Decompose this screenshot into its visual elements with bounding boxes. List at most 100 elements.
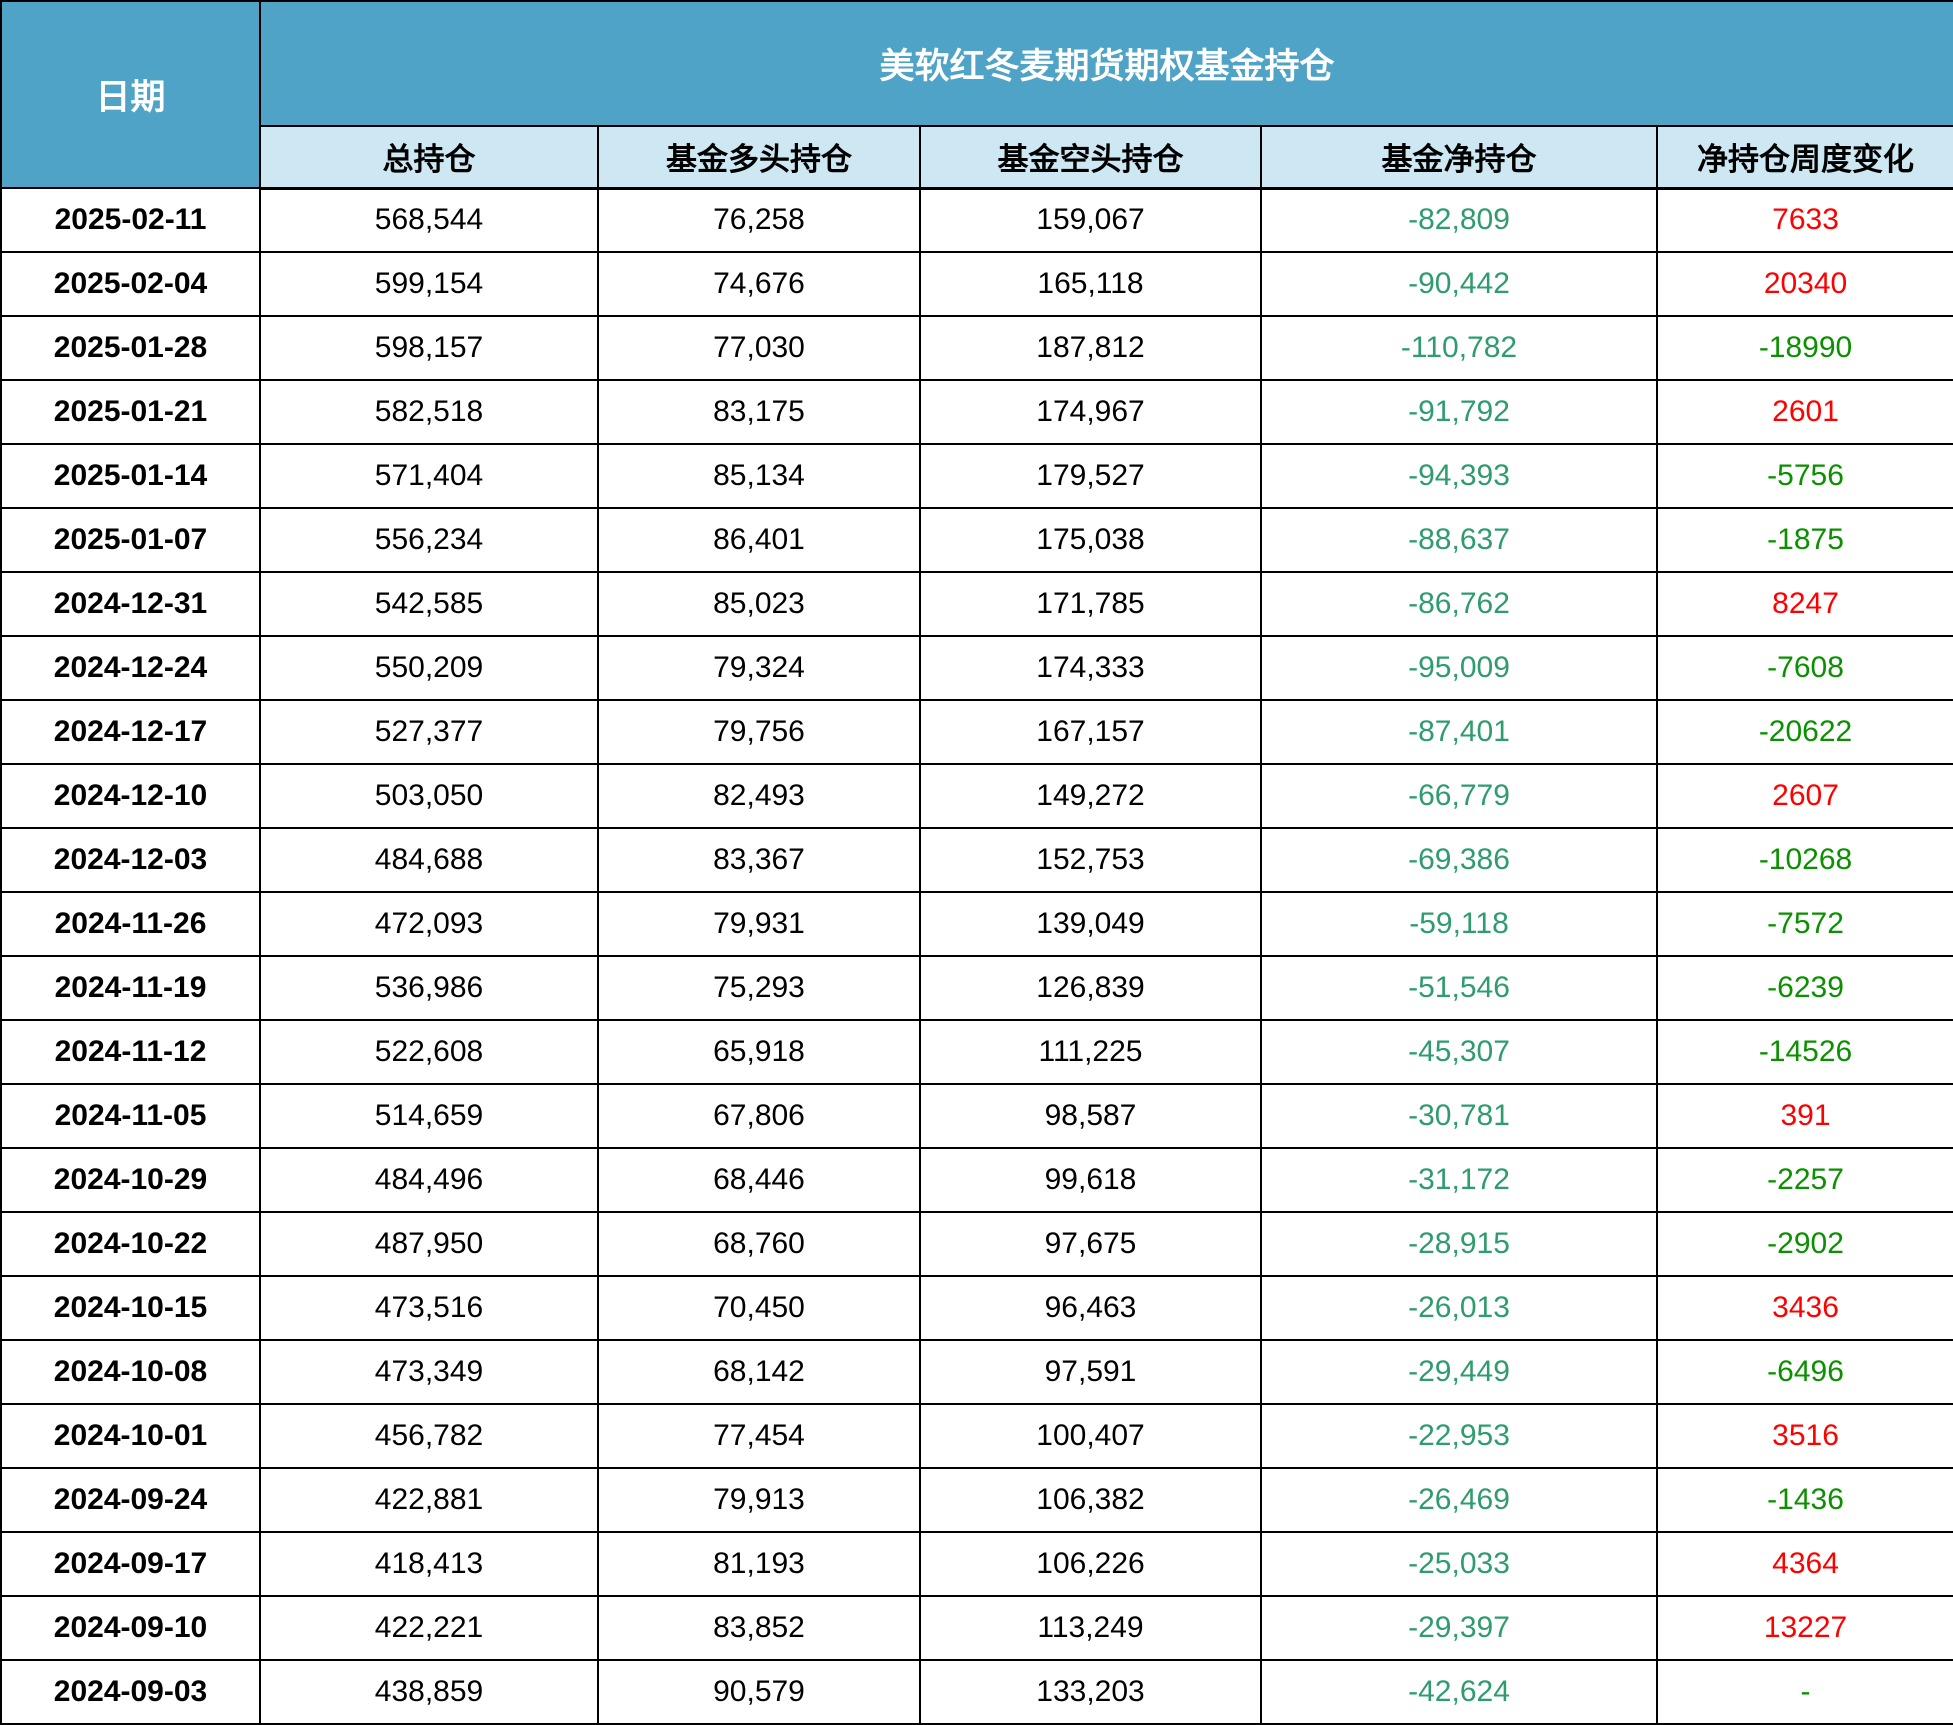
total-position-cell: 472,093 bbox=[259, 891, 599, 957]
date-cell: 2024-11-12 bbox=[0, 1019, 261, 1085]
fund-long-position-cell: 79,913 bbox=[597, 1467, 921, 1533]
table-row: 2025-01-28 598,157 77,030 187,812 -110,7… bbox=[0, 315, 1953, 381]
fund-long-position-cell: 68,446 bbox=[597, 1147, 921, 1213]
fund-short-position-cell: 174,333 bbox=[919, 635, 1262, 701]
fund-net-position-cell: -26,469 bbox=[1260, 1467, 1658, 1533]
total-position-cell: 542,585 bbox=[259, 571, 599, 637]
fund-short-position-cell: 126,839 bbox=[919, 955, 1262, 1021]
fund-short-position-cell: 133,203 bbox=[919, 1659, 1262, 1725]
fund-long-position-cell: 70,450 bbox=[597, 1275, 921, 1341]
fund-long-position-cell: 79,324 bbox=[597, 635, 921, 701]
weekly-net-change-cell: -5756 bbox=[1655, 443, 1953, 509]
column-header-row: 总持仓 基金多头持仓 基金空头持仓 基金净持仓 净持仓周度变化 bbox=[1, 125, 1953, 190]
positions-table: 日期 美软红冬麦期货期权基金持仓 总持仓 基金多头持仓 基金空头持仓 基金净持仓… bbox=[0, 0, 1953, 1725]
fund-net-position-cell: -22,953 bbox=[1260, 1403, 1658, 1469]
fund-long-position-cell: 83,175 bbox=[597, 379, 921, 445]
weekly-net-change-cell: - bbox=[1655, 1659, 1953, 1725]
table-row: 2024-11-19 536,986 75,293 126,839 -51,54… bbox=[0, 955, 1953, 1021]
weekly-net-change-cell: 7633 bbox=[1655, 187, 1953, 253]
weekly-net-change-cell: 13227 bbox=[1655, 1595, 1953, 1661]
fund-short-position-cell: 113,249 bbox=[919, 1595, 1262, 1661]
fund-net-position-cell: -69,386 bbox=[1260, 827, 1658, 893]
table-row: 2024-10-15 473,516 70,450 96,463 -26,013… bbox=[0, 1275, 1953, 1341]
weekly-net-change-cell: -6239 bbox=[1655, 955, 1953, 1021]
total-position-cell: 422,881 bbox=[259, 1467, 599, 1533]
weekly-net-change-cell: -7572 bbox=[1655, 891, 1953, 957]
weekly-net-change-cell: 3516 bbox=[1655, 1403, 1953, 1469]
total-position-cell: 527,377 bbox=[259, 699, 599, 765]
fund-short-position-cell: 152,753 bbox=[919, 827, 1262, 893]
table-row: 2024-12-17 527,377 79,756 167,157 -87,40… bbox=[0, 699, 1953, 765]
table-row: 2024-12-03 484,688 83,367 152,753 -69,38… bbox=[0, 827, 1953, 893]
fund-net-position-cell: -51,546 bbox=[1260, 955, 1658, 1021]
date-column-header: 日期 bbox=[0, 0, 261, 189]
weekly-net-change-cell: 391 bbox=[1655, 1083, 1953, 1149]
weekly-net-change-cell: -20622 bbox=[1655, 699, 1953, 765]
weekly-net-change-cell: 20340 bbox=[1655, 251, 1953, 317]
table-row: 2024-11-05 514,659 67,806 98,587 -30,781… bbox=[0, 1083, 1953, 1149]
table-row: 2024-12-24 550,209 79,324 174,333 -95,00… bbox=[0, 635, 1953, 701]
fund-long-position-cell: 76,258 bbox=[597, 187, 921, 253]
fund-short-position-cell: 167,157 bbox=[919, 699, 1262, 765]
fund-short-position-cell: 149,272 bbox=[919, 763, 1262, 829]
fund-net-position-cell: -59,118 bbox=[1260, 891, 1658, 957]
total-position-cell: 571,404 bbox=[259, 443, 599, 509]
total-position-cell: 484,688 bbox=[259, 827, 599, 893]
table-row: 2025-01-21 582,518 83,175 174,967 -91,79… bbox=[0, 379, 1953, 445]
table-row: 2024-10-08 473,349 68,142 97,591 -29,449… bbox=[0, 1339, 1953, 1405]
fund-short-position-cell: 165,118 bbox=[919, 251, 1262, 317]
fund-net-position-cell: -42,624 bbox=[1260, 1659, 1658, 1725]
total-position-cell: 582,518 bbox=[259, 379, 599, 445]
table-row: 2025-02-04 599,154 74,676 165,118 -90,44… bbox=[0, 251, 1953, 317]
fund-net-position-cell: -82,809 bbox=[1260, 187, 1658, 253]
fund-long-position-cell: 74,676 bbox=[597, 251, 921, 317]
table-body: 2025-02-11 568,544 76,258 159,067 -82,80… bbox=[0, 187, 1953, 1725]
fund-short-position-cell: 179,527 bbox=[919, 443, 1262, 509]
fund-long-position-cell: 81,193 bbox=[597, 1531, 921, 1597]
table-row: 2025-01-07 556,234 86,401 175,038 -88,63… bbox=[0, 507, 1953, 573]
date-cell: 2024-10-08 bbox=[0, 1339, 261, 1405]
table-row: 2024-11-12 522,608 65,918 111,225 -45,30… bbox=[0, 1019, 1953, 1085]
date-cell: 2025-01-28 bbox=[0, 315, 261, 381]
total-position-cell: 514,659 bbox=[259, 1083, 599, 1149]
fund-short-position-cell: 97,675 bbox=[919, 1211, 1262, 1277]
fund-net-position-cell: -87,401 bbox=[1260, 699, 1658, 765]
fund-long-position-cell: 68,142 bbox=[597, 1339, 921, 1405]
weekly-net-change-cell: 2607 bbox=[1655, 763, 1953, 829]
fund-net-position-cell: -25,033 bbox=[1260, 1531, 1658, 1597]
date-cell: 2024-12-10 bbox=[0, 763, 261, 829]
date-cell: 2024-10-01 bbox=[0, 1403, 261, 1469]
total-position-cell: 487,950 bbox=[259, 1211, 599, 1277]
weekly-net-change-cell: -14526 bbox=[1655, 1019, 1953, 1085]
table-row: 2024-09-03 438,859 90,579 133,203 -42,62… bbox=[0, 1659, 1953, 1725]
table-title: 美软红冬麦期货期权基金持仓 bbox=[258, 0, 1953, 127]
date-cell: 2024-09-10 bbox=[0, 1595, 261, 1661]
total-position-cell: 473,516 bbox=[259, 1275, 599, 1341]
date-cell: 2024-12-17 bbox=[0, 699, 261, 765]
fund-net-position-cell: -94,393 bbox=[1260, 443, 1658, 509]
column-header-fund-short: 基金空头持仓 bbox=[919, 125, 1262, 190]
weekly-net-change-cell: -1875 bbox=[1655, 507, 1953, 573]
weekly-net-change-cell: 3436 bbox=[1655, 1275, 1953, 1341]
fund-long-position-cell: 79,756 bbox=[597, 699, 921, 765]
total-position-cell: 456,782 bbox=[259, 1403, 599, 1469]
table-row: 2024-11-26 472,093 79,931 139,049 -59,11… bbox=[0, 891, 1953, 957]
date-cell: 2024-12-31 bbox=[0, 571, 261, 637]
column-header-total-position: 总持仓 bbox=[259, 125, 599, 190]
date-cell: 2025-01-07 bbox=[0, 507, 261, 573]
fund-long-position-cell: 85,023 bbox=[597, 571, 921, 637]
fund-net-position-cell: -28,915 bbox=[1260, 1211, 1658, 1277]
weekly-net-change-cell: -10268 bbox=[1655, 827, 1953, 893]
fund-long-position-cell: 85,134 bbox=[597, 443, 921, 509]
total-position-cell: 556,234 bbox=[259, 507, 599, 573]
column-header-weekly-change: 净持仓周度变化 bbox=[1655, 125, 1953, 190]
fund-net-position-cell: -29,449 bbox=[1260, 1339, 1658, 1405]
total-position-cell: 599,154 bbox=[259, 251, 599, 317]
table-row: 2024-10-01 456,782 77,454 100,407 -22,95… bbox=[0, 1403, 1953, 1469]
total-position-cell: 522,608 bbox=[259, 1019, 599, 1085]
table-row: 2024-10-29 484,496 68,446 99,618 -31,172… bbox=[0, 1147, 1953, 1213]
fund-net-position-cell: -45,307 bbox=[1260, 1019, 1658, 1085]
fund-short-position-cell: 97,591 bbox=[919, 1339, 1262, 1405]
fund-short-position-cell: 174,967 bbox=[919, 379, 1262, 445]
table-row: 2024-09-24 422,881 79,913 106,382 -26,46… bbox=[0, 1467, 1953, 1533]
